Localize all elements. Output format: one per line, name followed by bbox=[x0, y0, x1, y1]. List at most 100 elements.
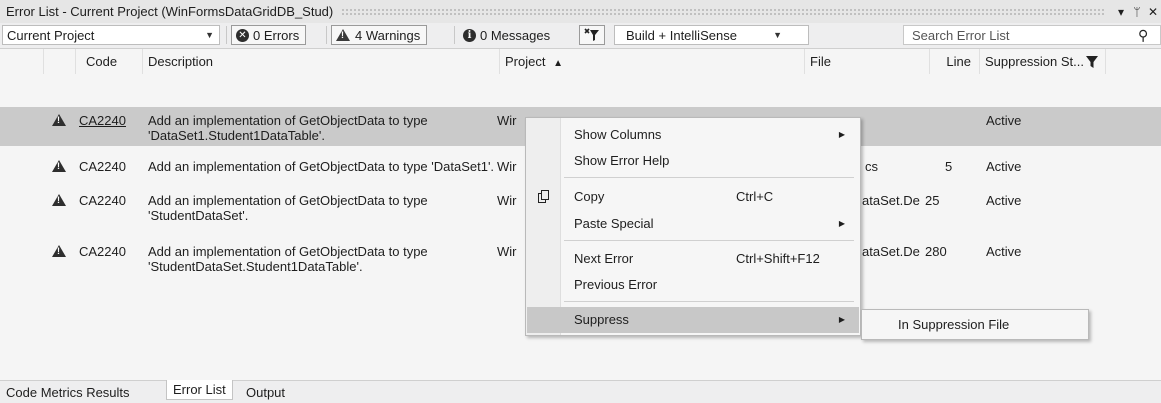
context-menu: Show Columns ▶ Show Error Help Copy Ctrl… bbox=[525, 117, 861, 336]
error-file: cs bbox=[865, 159, 878, 174]
copy-icon bbox=[538, 190, 549, 203]
toolbar-separator bbox=[326, 26, 327, 44]
chevron-down-icon: ▼ bbox=[205, 30, 214, 40]
search-error-list-box[interactable]: Search Error List ⚲ bbox=[903, 25, 1161, 45]
filter-clear-icon bbox=[584, 28, 599, 41]
search-placeholder[interactable]: Search Error List bbox=[904, 28, 1138, 43]
menu-item-label: Copy bbox=[574, 189, 605, 204]
warning-icon bbox=[52, 114, 66, 126]
toolbar-separator bbox=[454, 26, 455, 44]
menu-separator bbox=[564, 177, 854, 178]
warnings-filter-button[interactable]: 4 Warnings bbox=[331, 25, 428, 45]
column-header-category[interactable] bbox=[44, 49, 76, 74]
chevron-down-icon: ▼ bbox=[773, 30, 782, 40]
bottom-tab-strip: Code Metrics Results Error List Output bbox=[0, 380, 1161, 403]
tab-code-metrics-results[interactable]: Code Metrics Results bbox=[0, 383, 136, 402]
messages-filter-button[interactable]: i 0 Messages bbox=[460, 25, 553, 45]
error-code[interactable]: CA2240 bbox=[79, 193, 126, 208]
warnings-count-label: 4 Warnings bbox=[355, 27, 421, 43]
menu-item-label: Next Error bbox=[574, 251, 634, 266]
column-header-suppression-state[interactable]: Suppression St... bbox=[980, 49, 1106, 74]
errors-count-label: 0 Errors bbox=[253, 27, 300, 43]
error-description: Add an implementation of GetObjectData t… bbox=[148, 244, 428, 274]
sort-ascending-icon: ▲ bbox=[553, 58, 563, 69]
menu-item-previous-error[interactable]: Previous Error bbox=[527, 272, 859, 298]
tool-window-title-bar: Error List - Current Project (WinFormsDa… bbox=[0, 0, 1161, 23]
submenu-arrow-icon: ▶ bbox=[838, 219, 845, 228]
menu-item-label: Show Error Help bbox=[574, 153, 670, 168]
submenu-arrow-icon: ▶ bbox=[838, 315, 845, 324]
close-icon[interactable]: ✕ bbox=[1145, 5, 1161, 19]
error-project: Wir bbox=[497, 244, 517, 259]
menu-item-shortcut: Ctrl+Shift+F12 bbox=[736, 251, 820, 266]
errors-filter-button[interactable]: ✕ 0 Errors bbox=[231, 25, 307, 45]
menu-item-label: Suppress bbox=[574, 312, 629, 327]
suppression-state: Active bbox=[986, 244, 1022, 259]
error-line: 280 bbox=[925, 244, 947, 259]
error-description: Add an implementation of GetObjectData t… bbox=[148, 113, 428, 143]
menu-item-suppress[interactable]: Suppress ▶ bbox=[527, 307, 859, 333]
column-header-code[interactable]: Code bbox=[76, 49, 143, 74]
error-project: Wir bbox=[497, 159, 517, 174]
scope-value: Current Project bbox=[7, 27, 95, 43]
error-project: Wir bbox=[497, 113, 517, 128]
menu-item-show-error-help[interactable]: Show Error Help bbox=[527, 148, 859, 174]
menu-item-label: Show Columns bbox=[574, 127, 662, 142]
error-code[interactable]: CA2240 bbox=[79, 244, 126, 259]
error-description: Add an implementation of GetObjectData t… bbox=[148, 159, 495, 174]
auto-hide-pin-icon[interactable]: ᛘ bbox=[1129, 5, 1145, 19]
menu-item-copy[interactable]: Copy Ctrl+C bbox=[527, 184, 859, 210]
menu-item-show-columns[interactable]: Show Columns ▶ bbox=[527, 122, 859, 148]
window-position-dropdown-icon[interactable]: ▾ bbox=[1113, 5, 1129, 19]
error-project: Wir bbox=[497, 193, 517, 208]
window-title: Error List - Current Project (WinFormsDa… bbox=[6, 4, 334, 19]
build-filter-dropdown[interactable]: Build + IntelliSense ▼ bbox=[614, 25, 809, 45]
info-icon: i bbox=[463, 28, 476, 42]
menu-separator bbox=[564, 240, 854, 241]
menu-item-next-error[interactable]: Next Error Ctrl+Shift+F12 bbox=[527, 246, 859, 272]
suppression-state: Active bbox=[986, 159, 1022, 174]
search-icon[interactable]: ⚲ bbox=[1138, 27, 1160, 44]
error-description: Add an implementation of GetObjectData t… bbox=[148, 193, 428, 223]
column-filter-icon[interactable] bbox=[1086, 56, 1098, 68]
warning-icon bbox=[336, 29, 350, 41]
warning-icon bbox=[52, 245, 66, 257]
error-line: 25 bbox=[925, 193, 940, 208]
menu-item-label: In Suppression File bbox=[898, 317, 1010, 332]
column-header-file[interactable]: File bbox=[805, 49, 930, 74]
column-header-project-label: Project bbox=[505, 54, 546, 69]
toolbar-separator bbox=[226, 26, 227, 44]
warning-icon bbox=[52, 160, 66, 172]
menu-item-paste-special[interactable]: Paste Special ▶ bbox=[527, 211, 859, 237]
suppression-state: Active bbox=[986, 193, 1022, 208]
submenu-arrow-icon: ▶ bbox=[838, 130, 845, 139]
tab-output[interactable]: Output bbox=[240, 383, 291, 402]
error-file: ataSet.De bbox=[862, 244, 920, 259]
grid-header: Code Description Project ▲ File Line Sup… bbox=[0, 49, 1161, 74]
menu-item-label: Paste Special bbox=[574, 216, 654, 231]
suppress-submenu: In Suppression File bbox=[861, 309, 1089, 340]
build-filter-value: Build + IntelliSense bbox=[626, 27, 737, 43]
error-line: 5 bbox=[945, 159, 953, 174]
tab-error-list[interactable]: Error List bbox=[166, 380, 233, 400]
column-header-description[interactable]: Description bbox=[143, 49, 500, 74]
title-bar-grip[interactable] bbox=[341, 8, 1105, 15]
warning-icon bbox=[52, 194, 66, 206]
column-header-project[interactable]: Project ▲ bbox=[500, 49, 805, 74]
menu-item-shortcut: Ctrl+C bbox=[736, 189, 774, 204]
error-list-toolbar: Current Project ▼ ✕ 0 Errors 4 Warnings … bbox=[0, 23, 1161, 49]
error-file: ataSet.De bbox=[862, 193, 920, 208]
error-code[interactable]: CA2240 bbox=[79, 159, 126, 174]
clear-filter-button[interactable] bbox=[579, 25, 605, 45]
column-header-line[interactable]: Line bbox=[930, 49, 980, 74]
error-code-link[interactable]: CA2240 bbox=[79, 113, 126, 128]
suppression-state: Active bbox=[986, 113, 1022, 128]
messages-count-label: 0 Messages bbox=[480, 27, 551, 43]
scope-dropdown[interactable]: Current Project ▼ bbox=[2, 25, 220, 45]
menu-separator bbox=[564, 301, 854, 302]
menu-item-label: Previous Error bbox=[574, 277, 658, 292]
column-header-icon[interactable] bbox=[0, 49, 44, 74]
column-header-suppression-label: Suppression St... bbox=[985, 54, 1084, 69]
menu-item-in-suppression-file[interactable]: In Suppression File bbox=[862, 312, 1088, 338]
error-icon: ✕ bbox=[236, 28, 249, 42]
